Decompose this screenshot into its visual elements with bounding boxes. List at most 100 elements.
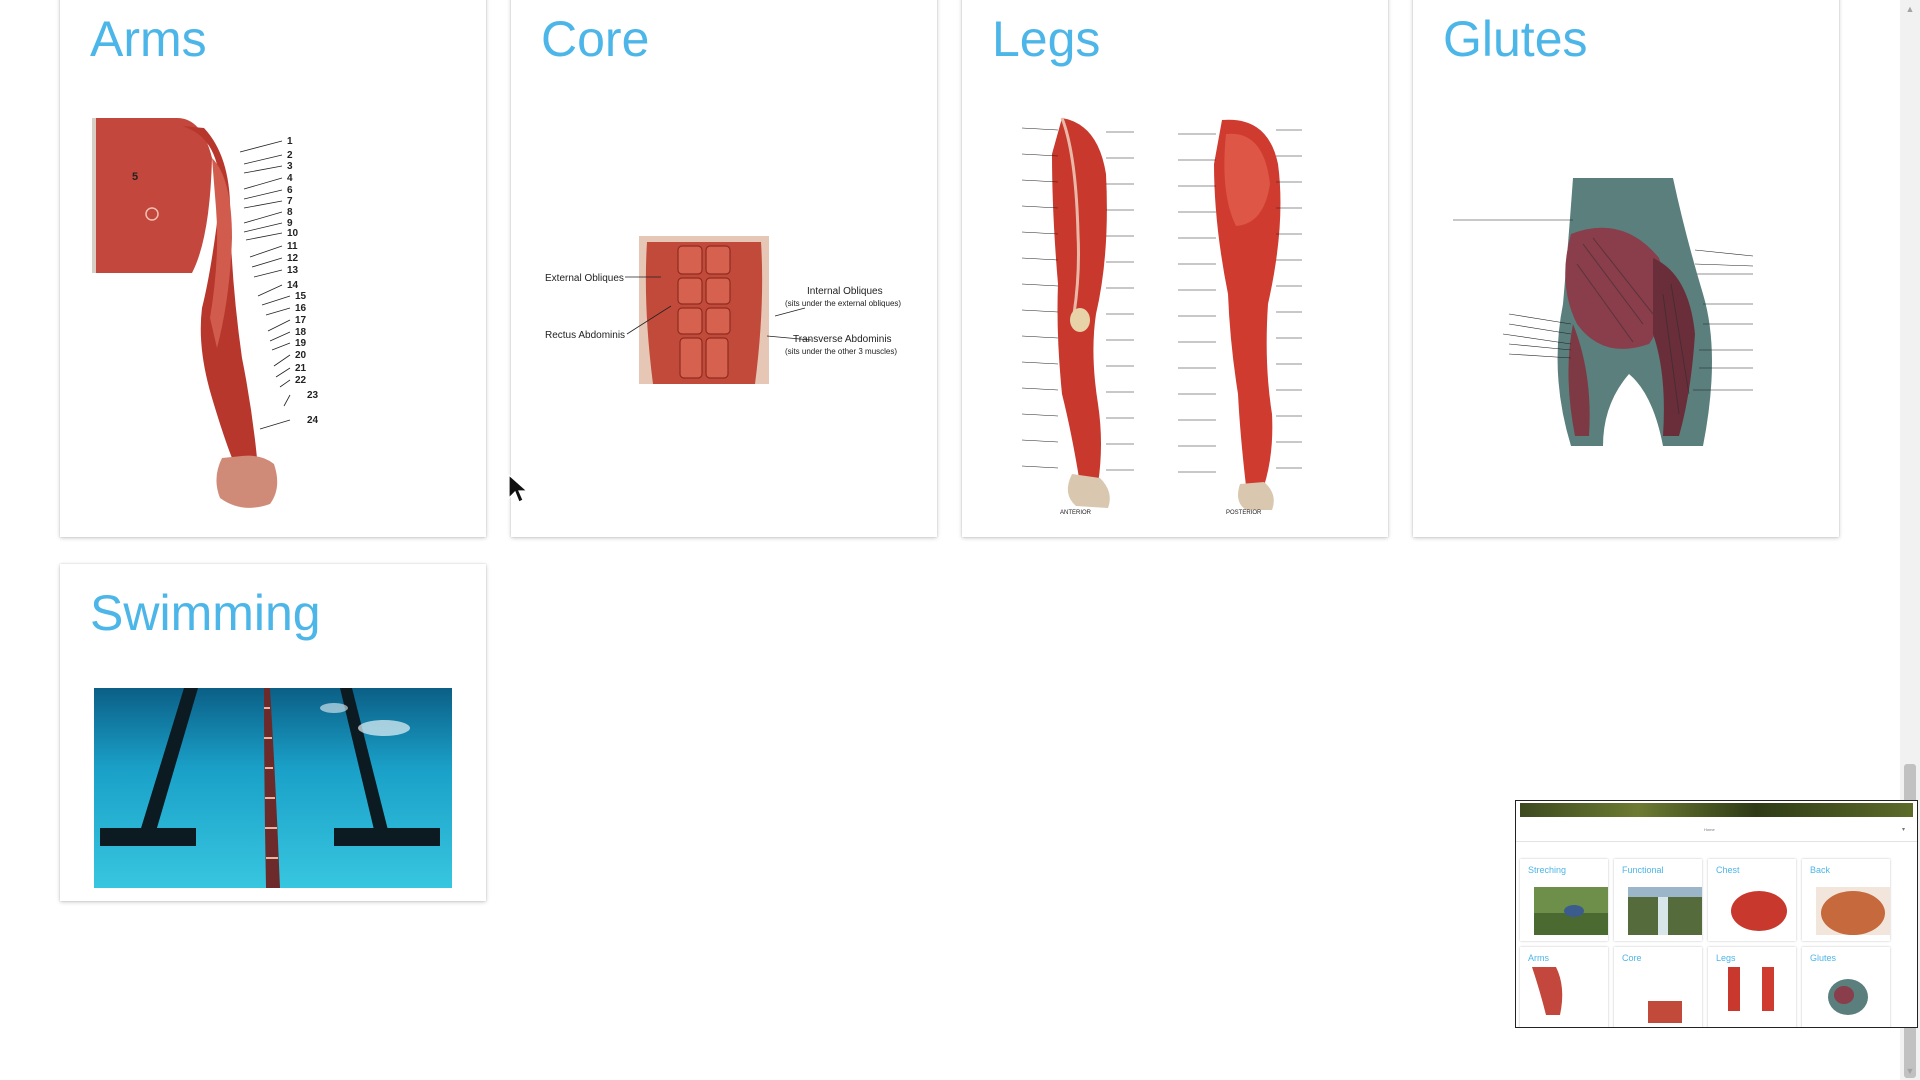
leader-line <box>1694 263 1754 267</box>
leader-line <box>245 232 283 241</box>
preview-card: Arms <box>1520 947 1608 1027</box>
chevron-down-icon: ▾ <box>1901 827 1905 833</box>
diagram-number-label: 2 <box>287 150 293 161</box>
leader-line <box>1021 257 1059 261</box>
diagram-number-label: 14 <box>287 280 299 291</box>
glute-muscle-diagram <box>1828 979 1868 1015</box>
chest-muscle-diagram <box>1722 887 1796 935</box>
preview-card-title: Chest <box>1716 865 1740 875</box>
preview-banner <box>1520 803 1913 817</box>
diagram-number-label: 13 <box>287 265 299 276</box>
preview-card-title: Glutes <box>1810 953 1837 963</box>
card-title[interactable]: Glutes <box>1443 10 1588 68</box>
diagram-number-label: 15 <box>295 291 307 302</box>
scroll-down-arrow-icon[interactable]: ▼ <box>1904 1066 1916 1076</box>
leader-line <box>1021 335 1059 339</box>
leader-line <box>269 331 291 342</box>
diagram-number-label: 1 <box>287 136 293 147</box>
card-title[interactable]: Swimming <box>90 584 321 642</box>
leader-line <box>267 319 291 332</box>
diagram-number-label: 18 <box>295 327 307 338</box>
leader-line <box>1021 283 1059 287</box>
leader-line <box>1021 465 1059 469</box>
abdominal-muscle-diagram: External Obliques Rectus Abdominis Inter… <box>545 236 901 384</box>
preview-card: Chest <box>1708 859 1796 941</box>
preview-card-title: Streching <box>1528 865 1567 875</box>
leader-line <box>251 257 283 268</box>
leader-line <box>243 154 283 165</box>
diagram-number-label: 4 <box>287 173 293 184</box>
preview-card: Glutes <box>1802 947 1890 1027</box>
diagram-number-label: 21 <box>295 363 307 374</box>
diagram-number-label: 22 <box>295 375 307 386</box>
diagram-number-label: 12 <box>287 253 299 264</box>
leader-line <box>1694 249 1754 257</box>
diagram-number-label: 8 <box>287 207 293 218</box>
glute-muscle-diagram <box>1453 178 1754 446</box>
leader-line <box>271 342 291 351</box>
leader-line <box>243 165 283 174</box>
leader-line <box>279 379 291 388</box>
card-glutes[interactable]: Glutes <box>1413 0 1839 537</box>
leader-line <box>239 140 283 153</box>
preview-dropdown-label: Home <box>1704 827 1715 832</box>
leader-line <box>1021 205 1059 209</box>
label-internal-obliques: Internal Obliques <box>807 286 883 297</box>
preview-card: Streching <box>1520 859 1608 941</box>
leader-line <box>1021 387 1059 391</box>
diagram-number-label: 11 <box>287 241 298 252</box>
card-title[interactable]: Arms <box>90 10 207 68</box>
label-transverse-abdominis-note: (sits under the other 3 muscles) <box>785 347 897 356</box>
card-core[interactable]: Core External Obliques Rectus Abdominis … <box>511 0 937 537</box>
leader-line <box>273 354 291 367</box>
diagram-number-label: 3 <box>287 161 293 172</box>
card-arms[interactable]: Arms 5 1 2 3 4 6 7 8 9 10 11 12 13 14 15 16 17 18 19 20 21 2… <box>60 0 486 537</box>
diagram-number-label: 6 <box>287 185 293 196</box>
abdominal-muscle-diagram <box>1648 1001 1682 1023</box>
scroll-up-arrow-icon[interactable]: ▲ <box>1904 4 1916 14</box>
leader-line <box>243 211 283 224</box>
swimming-pool-photo <box>94 688 452 888</box>
page-preview-thumbnail[interactable]: Home ▾ Streching Functional Chest Back A… <box>1515 800 1918 1028</box>
diagram-number-label: 7 <box>287 196 293 207</box>
diagram-number-label: 24 <box>307 415 319 426</box>
preview-card-title: Arms <box>1528 953 1549 963</box>
card-title[interactable]: Legs <box>992 10 1100 68</box>
diagram-number-label: 20 <box>295 350 307 361</box>
label-rectus-abdominis: Rectus Abdominis <box>545 330 625 341</box>
leader-line <box>265 307 291 316</box>
leader-line <box>1021 413 1059 417</box>
card-legs[interactable]: Legs ANTERIOR POSTERIOR <box>962 0 1388 537</box>
arm-muscle-diagram: 5 12346789101112131415161718192021222324 <box>92 118 319 508</box>
leader-line <box>1021 127 1059 131</box>
mouse-cursor-icon <box>508 474 529 503</box>
label-transverse-abdominis: Transverse Abdominis <box>793 334 892 345</box>
leader-line <box>283 394 291 407</box>
back-muscle-photo <box>1816 887 1890 935</box>
card-swimming[interactable]: Swimming <box>60 564 486 901</box>
leader-line <box>1021 309 1059 313</box>
leader-line <box>257 284 283 297</box>
leader-line <box>1021 361 1059 365</box>
leader-line <box>259 419 291 430</box>
functional-photo <box>1628 887 1702 935</box>
card-title[interactable]: Core <box>541 10 649 68</box>
leg-muscle-diagram <box>1728 967 1774 1011</box>
preview-card: Legs <box>1708 947 1796 1027</box>
preview-card-title: Back <box>1810 865 1831 875</box>
diagram-number-label: 19 <box>295 338 307 349</box>
diagram-number-label: 10 <box>287 228 299 239</box>
leg-muscle-diagram: ANTERIOR POSTERIOR <box>1021 117 1302 516</box>
leader-line <box>243 222 283 233</box>
preview-card: Core <box>1614 947 1702 1027</box>
leader-line <box>243 177 283 190</box>
label-internal-obliques-note: (sits under the external obliques) <box>785 299 901 308</box>
diagram-number-label: 23 <box>307 390 319 401</box>
arm-muscle-diagram <box>1532 967 1563 1015</box>
leader-line <box>1021 231 1059 235</box>
preview-card-title: Core <box>1622 953 1642 963</box>
preview-card-title: Legs <box>1716 953 1736 963</box>
preview-card: Functional <box>1614 859 1702 941</box>
leader-line <box>1021 439 1059 443</box>
label-posterior: POSTERIOR <box>1226 510 1262 516</box>
